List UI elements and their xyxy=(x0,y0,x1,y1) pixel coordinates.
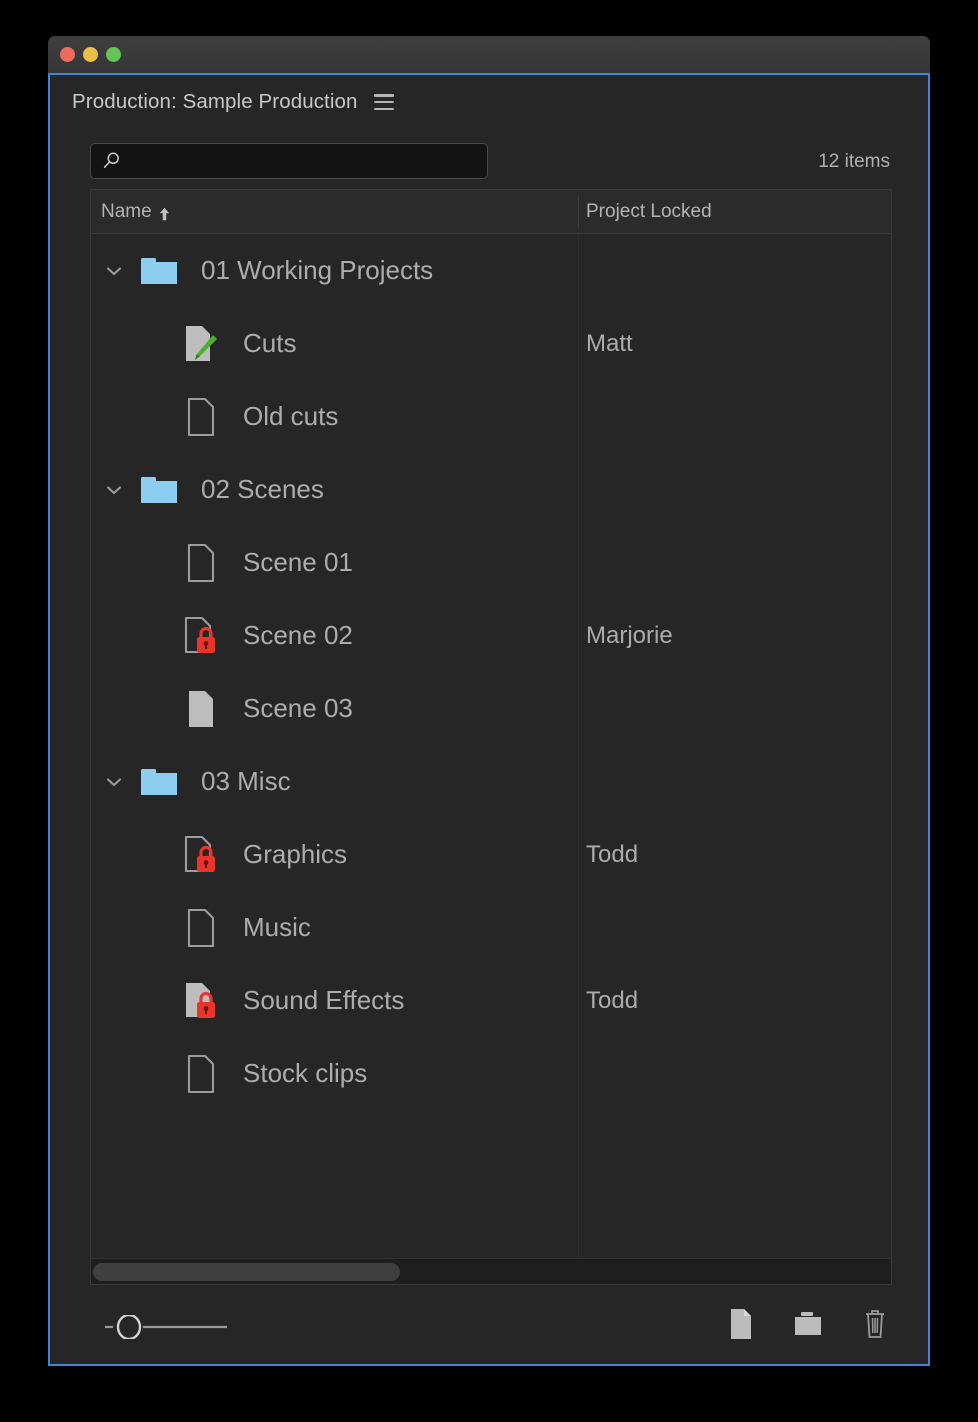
row-project-locked-value: Todd xyxy=(586,986,639,1014)
list-column-header: Name Project Locked xyxy=(91,190,891,234)
row-label: Stock clips xyxy=(243,1058,368,1088)
thumbnail-size-slider[interactable] xyxy=(105,1313,275,1341)
production-panel: Production: Sample Production 12 items N… xyxy=(48,73,930,1366)
folder-icon xyxy=(139,470,179,510)
table-row[interactable]: Scene 01 xyxy=(91,526,891,599)
horizontal-scrollbar-thumb[interactable] xyxy=(93,1263,400,1281)
new-item-button[interactable] xyxy=(724,1307,758,1341)
row-label: Scene 01 xyxy=(243,547,353,577)
column-header-project-locked[interactable]: Project Locked xyxy=(582,201,712,223)
column-header-name[interactable]: Name xyxy=(101,201,170,223)
new-folder-button[interactable] xyxy=(791,1307,825,1341)
panel-header: Production: Sample Production xyxy=(50,75,928,129)
project-icon xyxy=(181,908,221,948)
project-locked-icon xyxy=(181,616,221,656)
table-row[interactable]: Music xyxy=(91,891,891,964)
table-row[interactable]: 03 Misc xyxy=(91,745,891,818)
row-label: 02 Scenes xyxy=(201,474,324,504)
chevron-down-icon[interactable] xyxy=(103,260,125,282)
table-row[interactable]: Old cuts xyxy=(91,380,891,453)
window-titlebar xyxy=(48,36,930,73)
folder-icon xyxy=(139,251,179,291)
hamburger-menu-icon[interactable] xyxy=(373,94,394,110)
row-label: Sound Effects xyxy=(243,985,405,1015)
traffic-lights xyxy=(60,47,121,62)
folder-icon xyxy=(795,1312,821,1335)
trash-icon xyxy=(866,1310,884,1338)
project-icon xyxy=(181,1054,221,1094)
project-locked-icon xyxy=(181,835,221,875)
project-open-icon xyxy=(181,324,221,364)
delete-button[interactable] xyxy=(858,1307,892,1341)
chevron-down-icon[interactable] xyxy=(103,479,125,501)
document-icon xyxy=(731,1309,751,1339)
search-field[interactable] xyxy=(90,143,488,179)
folder-icon xyxy=(139,762,179,802)
project-icon xyxy=(181,543,221,583)
table-row[interactable]: Sound Effects Todd xyxy=(91,964,891,1037)
toolbar-buttons xyxy=(724,1307,892,1341)
table-row[interactable]: Scene 02 Marjorie xyxy=(91,599,891,672)
row-project-locked-value: Todd xyxy=(586,840,639,868)
maximize-window-button[interactable] xyxy=(106,47,121,62)
row-label: 01 Working Projects xyxy=(201,255,434,285)
project-filled-locked-icon xyxy=(181,981,221,1021)
list-rows: 01 Working Projects Cuts Matt Old cuts 02 Sc… xyxy=(91,234,891,1110)
row-label: Scene 02 xyxy=(243,620,353,650)
row-project-locked-value: Marjorie xyxy=(586,621,673,649)
close-window-button[interactable] xyxy=(60,47,75,62)
table-row[interactable]: Cuts Matt xyxy=(91,307,891,380)
sort-ascending-icon xyxy=(159,205,170,220)
bottom-toolbar xyxy=(50,1285,928,1364)
table-row[interactable]: Graphics Todd xyxy=(91,818,891,891)
column-header-name-label: Name xyxy=(101,200,152,222)
project-list: Name Project Locked 01 Working Projects C… xyxy=(90,189,892,1285)
project-filled-icon xyxy=(181,689,221,729)
application-window: Production: Sample Production 12 items N… xyxy=(48,36,930,1366)
row-project-locked-value: Matt xyxy=(586,329,633,357)
project-icon xyxy=(181,397,221,437)
row-label: Music xyxy=(243,912,311,942)
horizontal-scrollbar[interactable] xyxy=(91,1258,891,1284)
table-row[interactable]: 01 Working Projects xyxy=(91,234,891,307)
row-label: Cuts xyxy=(243,328,297,358)
item-count-label: 12 items xyxy=(818,151,890,172)
search-icon xyxy=(101,151,121,171)
row-label: Graphics xyxy=(243,839,348,869)
page-title: Production: Sample Production xyxy=(72,90,358,113)
minimize-window-button[interactable] xyxy=(83,47,98,62)
row-label: Old cuts xyxy=(243,401,339,431)
table-row[interactable]: Scene 03 xyxy=(91,672,891,745)
search-input[interactable] xyxy=(121,144,487,178)
table-row[interactable]: 02 Scenes xyxy=(91,453,891,526)
column-divider[interactable] xyxy=(578,196,579,228)
table-row[interactable]: Stock clips xyxy=(91,1037,891,1110)
search-row: 12 items xyxy=(50,129,928,189)
row-label: 03 Misc xyxy=(201,766,291,796)
chevron-down-icon[interactable] xyxy=(103,771,125,793)
row-label: Scene 03 xyxy=(243,693,353,723)
